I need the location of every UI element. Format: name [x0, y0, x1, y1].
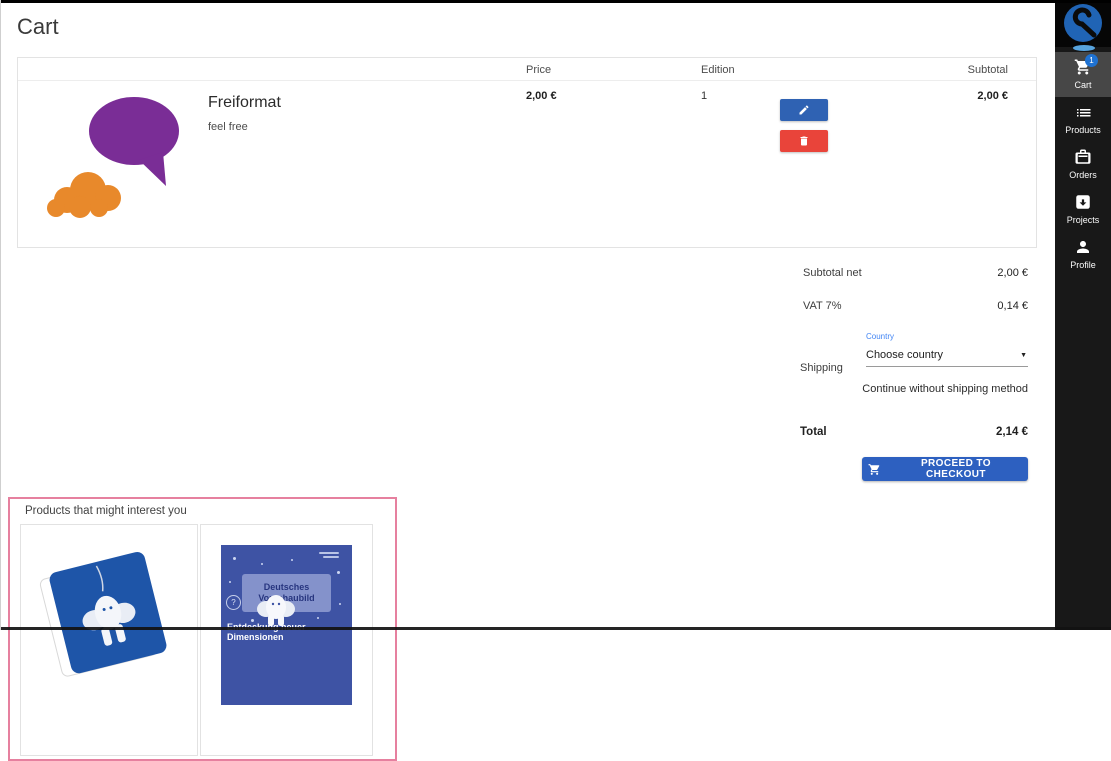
cart-count-badge: 1	[1085, 54, 1098, 67]
trash-icon	[798, 135, 810, 147]
sidebar-item-orders[interactable]: Orders	[1055, 142, 1111, 187]
sidebar-item-label: Products	[1055, 125, 1111, 135]
sidebar-item-cart[interactable]: 1 Cart	[1055, 52, 1111, 97]
country-field-label: Country	[866, 332, 894, 341]
shipping-label: Shipping	[800, 362, 843, 374]
edit-item-button[interactable]	[780, 99, 828, 121]
sidebar-item-profile[interactable]: Profile	[1055, 232, 1111, 277]
sidebar-item-label: Projects	[1055, 215, 1111, 225]
sidebar-item-label: Cart	[1055, 80, 1111, 90]
delete-item-button[interactable]	[780, 130, 828, 152]
subtotal-net-label: Subtotal net	[803, 267, 862, 279]
product-subtotal: 2,00 €	[977, 90, 1008, 102]
subtotal-net-value: 2,00 €	[997, 267, 1028, 279]
column-header-edition: Edition	[701, 64, 735, 76]
header-divider	[18, 80, 1036, 81]
question-mark-badge: ?	[226, 595, 241, 610]
total-label: Total	[800, 426, 827, 438]
vat-value: 0,14 €	[997, 300, 1028, 312]
column-header-price: Price	[526, 64, 551, 76]
app-logo-icon	[1063, 3, 1103, 43]
chevron-down-icon: ▼	[1020, 352, 1027, 359]
image-logo-line	[323, 556, 339, 558]
image-logo-line	[319, 552, 339, 554]
country-select-value: Choose country	[866, 349, 943, 361]
product-price: 2,00 €	[526, 90, 557, 102]
briefcase-icon	[1074, 148, 1092, 166]
recommended-product-card-2[interactable]: Deutsches Vorschaubild ? Entdeckung neue…	[200, 524, 373, 756]
pencil-icon	[798, 104, 810, 116]
checkout-button-label: PROCEED TO CHECKOUT	[890, 458, 1022, 480]
person-icon	[1074, 238, 1092, 256]
app-logo-block[interactable]	[1055, 0, 1111, 47]
product-thumbnail-speech-bubble-cloud	[36, 86, 201, 226]
vat-label: VAT 7%	[803, 300, 842, 312]
cart-icon	[868, 463, 881, 476]
cart-item-card: Price Edition Subtotal Freiformat feel f…	[17, 57, 1037, 248]
archive-download-icon	[1074, 193, 1092, 211]
recommended-product-card-1[interactable]	[20, 524, 198, 756]
window-left-border	[0, 0, 1, 630]
sidebar-item-projects[interactable]: Projects	[1055, 187, 1111, 232]
preview-product-image: Deutsches Vorschaubild ? Entdeckung neue…	[221, 545, 352, 705]
continue-without-shipping-link[interactable]: Continue without shipping method	[862, 383, 1028, 395]
preview-caption: Entdeckung neuer Dimensionen	[227, 622, 347, 642]
column-header-subtotal: Subtotal	[968, 64, 1008, 76]
country-select[interactable]: Choose country ▼	[866, 345, 1028, 367]
recommendations-title: Products that might interest you	[25, 505, 187, 517]
sidebar-navigation: 1 Cart Products Orders Projects Profile	[1055, 0, 1111, 630]
proceed-to-checkout-button[interactable]: PROCEED TO CHECKOUT	[862, 457, 1028, 481]
sidebar-item-label: Orders	[1055, 170, 1111, 180]
window-top-border	[0, 0, 1111, 3]
product-name: Freiformat	[208, 94, 281, 112]
page-title: Cart	[17, 14, 59, 40]
product-edition: 1	[701, 90, 707, 102]
product-description: feel free	[208, 121, 248, 133]
book-product-image	[36, 535, 181, 745]
logo-ribbon-sliver	[1073, 45, 1095, 51]
sidebar-item-label: Profile	[1055, 260, 1111, 270]
total-value: 2,14 €	[996, 426, 1028, 438]
list-icon	[1074, 103, 1092, 121]
sidebar-item-products[interactable]: Products	[1055, 97, 1111, 142]
